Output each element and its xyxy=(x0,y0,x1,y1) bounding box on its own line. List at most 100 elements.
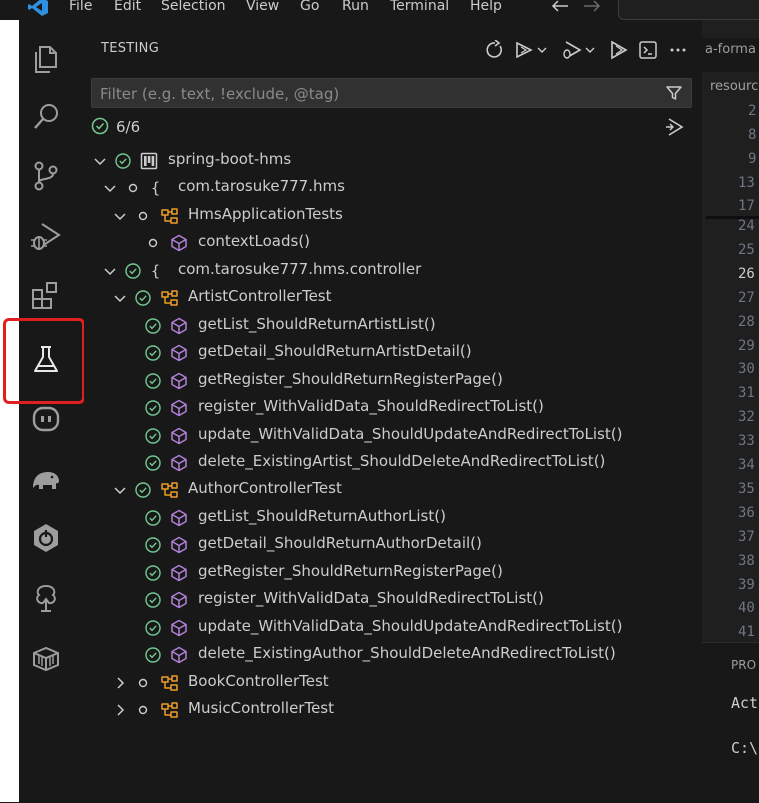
explorer-icon[interactable] xyxy=(28,40,64,76)
test-method-icon xyxy=(171,591,187,609)
not-run-icon xyxy=(138,705,148,715)
tree-item-label: delete_ExistingArtist_ShouldDeleteAndRed… xyxy=(198,452,606,470)
passed-icon xyxy=(135,290,151,306)
tree-item[interactable]: getDetail_ShouldReturnArtistDetail() xyxy=(84,339,702,366)
chevron-right-icon[interactable] xyxy=(112,702,128,718)
tree-item[interactable]: MusicControllerTest xyxy=(84,696,702,723)
tree-icon[interactable] xyxy=(28,580,64,616)
panel-tab-problems[interactable]: PRO xyxy=(731,658,756,672)
refresh-icon[interactable] xyxy=(485,40,505,60)
tree-item-label: HmsApplicationTests xyxy=(188,205,343,223)
passed-icon xyxy=(115,153,131,169)
copilot-icon[interactable] xyxy=(28,402,64,438)
menu-go[interactable]: Go xyxy=(300,0,319,14)
test-class-icon xyxy=(161,208,178,224)
tree-item[interactable]: BookControllerTest xyxy=(84,669,702,696)
arrow-left-icon[interactable] xyxy=(551,0,569,13)
test-method-icon xyxy=(171,317,187,335)
tree-item[interactable]: getList_ShouldReturnAuthorList() xyxy=(84,504,702,531)
package-box-icon[interactable] xyxy=(28,640,64,676)
extensions-icon[interactable] xyxy=(28,278,64,314)
menu-file[interactable]: File xyxy=(69,0,92,14)
tree-item[interactable]: delete_ExistingArtist_ShouldDeleteAndRed… xyxy=(84,449,702,476)
tree-item[interactable]: contextLoads() xyxy=(84,229,702,256)
spring-boot-icon[interactable] xyxy=(28,520,64,556)
vscode-logo-icon[interactable] xyxy=(28,0,48,16)
chevron-right-icon[interactable] xyxy=(112,675,128,691)
tree-item[interactable]: { } com.tarosuke777.hms xyxy=(84,174,702,201)
tree-item[interactable]: delete_ExistingAuthor_ShouldDeleteAndRed… xyxy=(84,641,702,668)
terminal-icon[interactable] xyxy=(638,40,658,60)
test-method-icon xyxy=(171,372,187,390)
passed-icon xyxy=(145,318,161,334)
test-class-icon xyxy=(161,702,178,718)
more-icon[interactable] xyxy=(668,40,688,60)
tree-item[interactable]: register_WithValidData_ShouldRedirectToL… xyxy=(84,586,702,613)
chevron-down-icon[interactable] xyxy=(112,208,128,224)
arrow-right-icon[interactable] xyxy=(583,0,601,13)
passed-icon xyxy=(145,565,161,581)
line-number: 27 xyxy=(738,290,755,306)
filter-icon[interactable] xyxy=(665,84,683,102)
menu-run[interactable]: Run xyxy=(342,0,369,14)
sidebar-title: TESTING xyxy=(101,41,160,56)
menu-view[interactable]: View xyxy=(246,0,279,14)
line-number: 25 xyxy=(738,242,755,258)
tree-item[interactable]: getDetail_ShouldReturnAuthorDetail() xyxy=(84,531,702,558)
tree-item-label: getRegister_ShouldReturnRegisterPage() xyxy=(198,370,503,388)
tree-item[interactable]: getRegister_ShouldReturnRegisterPage() xyxy=(84,559,702,586)
line-number: 28 xyxy=(738,314,755,330)
run-coverage-icon[interactable] xyxy=(608,40,630,60)
tree-item[interactable]: spring-boot-hms xyxy=(84,147,702,174)
breadcrumb[interactable]: resourc xyxy=(710,79,758,94)
chevron-down-icon[interactable] xyxy=(92,153,108,169)
tree-item[interactable]: ArtistControllerTest xyxy=(84,284,702,311)
menu-terminal[interactable]: Terminal xyxy=(390,0,449,14)
chevron-down-icon[interactable] xyxy=(112,482,128,498)
chevron-down-icon[interactable] xyxy=(102,180,118,196)
sticky-line-number: 9 xyxy=(748,151,757,167)
test-method-icon xyxy=(171,427,187,445)
chevron-down-icon[interactable] xyxy=(112,290,128,306)
tree-item[interactable]: AuthorControllerTest xyxy=(84,476,702,503)
tree-item[interactable]: update_WithValidData_ShouldUpdateAndRedi… xyxy=(84,614,702,641)
editor-tab[interactable]: a-forma xyxy=(705,42,756,57)
test-method-icon xyxy=(171,564,187,582)
test-class-icon xyxy=(161,675,178,691)
command-center-search[interactable] xyxy=(618,0,759,20)
package-braces-icon: { } xyxy=(151,262,169,280)
not-run-icon xyxy=(138,211,148,221)
debug-tests-icon[interactable] xyxy=(560,40,596,60)
menu-selection[interactable]: Selection xyxy=(161,0,226,14)
source-control-icon[interactable] xyxy=(28,158,64,194)
run-debug-icon[interactable] xyxy=(28,218,64,254)
tree-item[interactable]: { } com.tarosuke777.hms.controller xyxy=(84,257,702,284)
tree-item-label: MusicControllerTest xyxy=(188,699,335,717)
tree-item-label: BookControllerTest xyxy=(188,672,329,690)
line-number: 30 xyxy=(738,361,755,377)
line-number: 37 xyxy=(738,529,755,545)
menu-help[interactable]: Help xyxy=(470,0,502,14)
not-run-icon xyxy=(128,183,138,193)
tree-item[interactable]: update_WithValidData_ShouldUpdateAndRedi… xyxy=(84,422,702,449)
gradle-elephant-icon[interactable] xyxy=(28,462,64,498)
test-method-icon xyxy=(171,509,187,527)
test-method-icon xyxy=(171,454,187,472)
run-tests-icon[interactable] xyxy=(514,40,548,60)
tree-item[interactable]: register_WithValidData_ShouldRedirectToL… xyxy=(84,394,702,421)
line-number: 29 xyxy=(738,338,755,354)
filter-input[interactable] xyxy=(92,79,662,109)
go-to-test-icon[interactable] xyxy=(663,117,685,137)
chevron-down-icon[interactable] xyxy=(102,263,118,279)
menu-edit[interactable]: Edit xyxy=(114,0,141,14)
passed-icon xyxy=(125,263,141,279)
tree-item[interactable]: getRegister_ShouldReturnRegisterPage() xyxy=(84,367,702,394)
tree-item[interactable]: getList_ShouldReturnArtistList() xyxy=(84,312,702,339)
line-number: 40 xyxy=(738,600,755,616)
tree-item-label: AuthorControllerTest xyxy=(188,479,342,497)
tree-item[interactable]: HmsApplicationTests xyxy=(84,202,702,229)
tree-item-label: com.tarosuke777.hms.controller xyxy=(178,260,422,278)
passed-icon xyxy=(145,455,161,471)
search-icon[interactable] xyxy=(28,99,64,135)
tree-item-label: register_WithValidData_ShouldRedirectToL… xyxy=(198,397,544,415)
